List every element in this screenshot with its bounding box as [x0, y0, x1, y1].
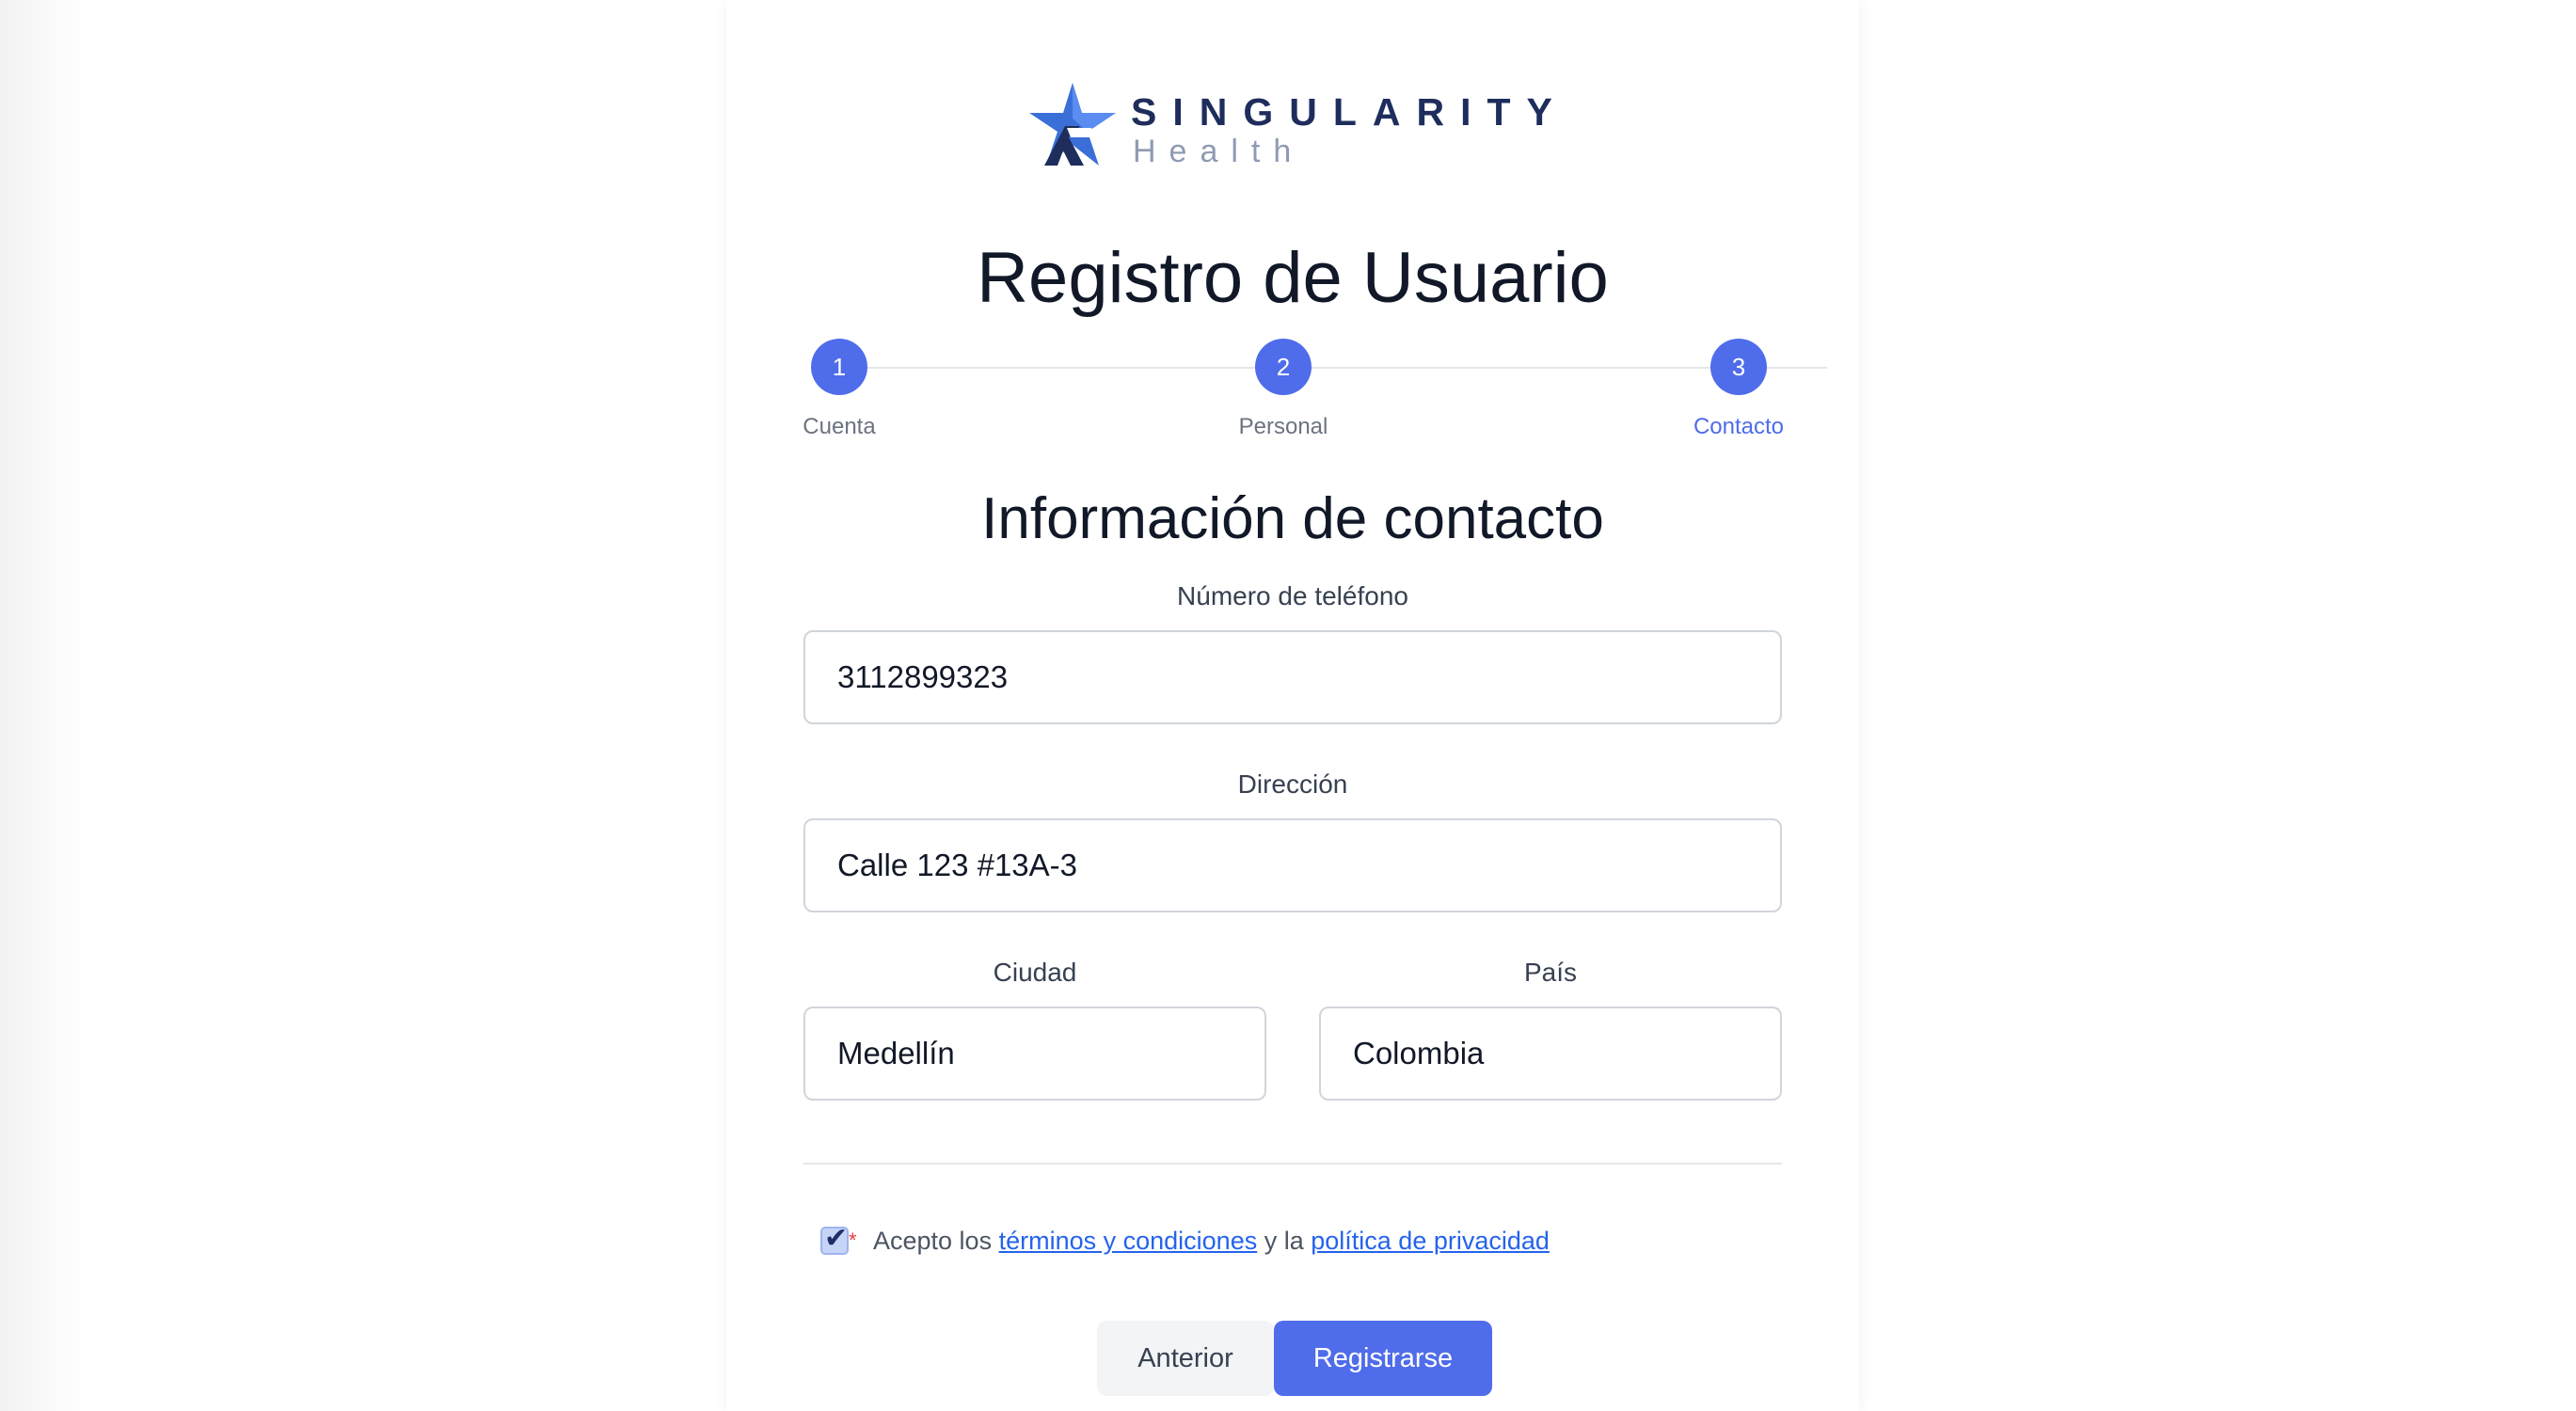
required-mark: *	[849, 1229, 857, 1252]
background-shadow	[0, 0, 85, 1411]
terms-link[interactable]: términos y condiciones	[999, 1227, 1258, 1255]
step-3-label: Contacto	[1693, 414, 1785, 439]
stepper-line	[839, 367, 1827, 369]
page-title: Registro de Usuario	[977, 238, 1609, 318]
registration-card: SINGULARITY Health Registro de Usuario 1…	[726, 0, 1859, 1411]
step-1-label: Cuenta	[803, 414, 876, 439]
terms-text: Acepto los términos y condiciones y la p…	[873, 1227, 1550, 1256]
step-2-circle[interactable]: 2	[1255, 339, 1312, 395]
city-input[interactable]	[803, 1007, 1266, 1101]
address-input[interactable]	[803, 818, 1782, 912]
step-2-label: Personal	[1238, 414, 1328, 439]
star-logo-icon	[1029, 83, 1116, 166]
phone-label: Número de teléfono	[1177, 581, 1408, 610]
terms-prefix: Acepto los	[873, 1227, 999, 1255]
previous-button[interactable]: Anterior	[1097, 1321, 1274, 1396]
terms-middle: y la	[1257, 1227, 1312, 1255]
city-label: Ciudad	[993, 958, 1077, 987]
brand-subtitle: Health	[1133, 134, 1305, 169]
country-label: País	[1523, 958, 1578, 987]
checkmark-icon: ✔	[824, 1223, 849, 1254]
step-3-circle[interactable]: 3	[1710, 339, 1767, 395]
section-title: Información de contacto	[981, 486, 1604, 551]
register-button[interactable]: Registrarse	[1274, 1321, 1492, 1396]
terms-checkbox[interactable]: ✔	[820, 1223, 849, 1255]
brand-name: SINGULARITY	[1131, 90, 1568, 134]
country-input[interactable]	[1319, 1007, 1782, 1101]
brand-logo: SINGULARITY Health	[1026, 81, 1552, 175]
privacy-link[interactable]: política de privacidad	[1311, 1227, 1550, 1255]
divider	[803, 1163, 1782, 1165]
address-label: Dirección	[1237, 769, 1348, 799]
step-1-circle[interactable]: 1	[811, 339, 867, 395]
phone-input[interactable]	[803, 630, 1782, 724]
